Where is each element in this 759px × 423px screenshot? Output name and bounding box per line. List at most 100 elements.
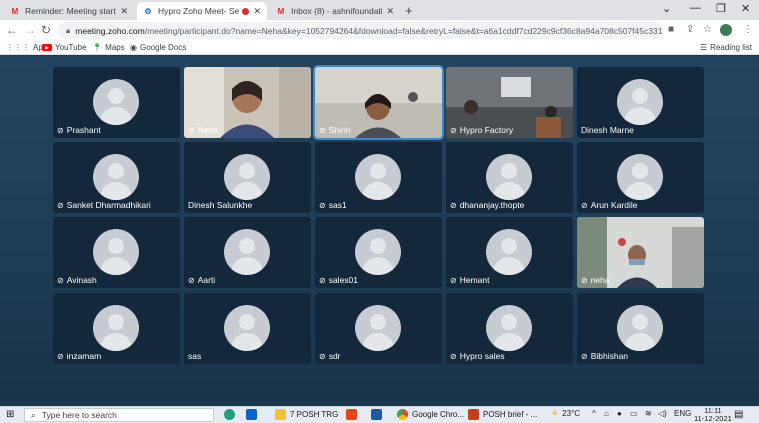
search-placeholder: Type here to search [41, 410, 117, 420]
menu-icon[interactable]: ⋮ [743, 24, 753, 35]
new-tab-button[interactable]: + [405, 3, 413, 18]
participant-tile[interactable]: ⊘ Prashant [53, 67, 180, 138]
participant-tile[interactable]: Dinesh Marne [577, 67, 704, 138]
weather-widget[interactable]: ☀ 23°C [551, 409, 580, 418]
minimize-icon[interactable]: — [690, 2, 701, 14]
address-bar[interactable]: 🔒︎ meeting.zoho.com/meeting/participant.… [58, 22, 663, 39]
participant-tile[interactable]: ⊘ Aarti [184, 217, 311, 288]
avatar [224, 229, 270, 275]
participant-name: neha [590, 275, 610, 285]
volume-icon[interactable]: ◁) [658, 409, 667, 418]
participant-nameplate: ⊘ Prashant [57, 125, 101, 135]
mic-off-icon: ⊘ [188, 125, 195, 135]
participant-nameplate: sas [188, 351, 201, 361]
mic-off-icon: ⊘ [188, 275, 195, 285]
avatar [93, 305, 139, 351]
battery-icon[interactable]: ▭ [630, 409, 638, 418]
share-icon[interactable]: ⇪ [686, 24, 694, 35]
gmail-icon: M [11, 6, 19, 16]
close-icon[interactable]: ✕ [386, 6, 394, 17]
forward-icon[interactable]: → [24, 23, 36, 37]
mic-off-icon: ⊘ [57, 351, 64, 361]
avatar [355, 305, 401, 351]
language-indicator[interactable]: ENG [674, 409, 691, 418]
taskbar-app-powerpoint[interactable]: POSH brief - ... [468, 409, 537, 420]
mic-off-icon: ⊘ [57, 125, 64, 135]
tab-zoho-meet[interactable]: ⚙ Hypro Zoho Meet- Session : ✕ [137, 2, 267, 20]
participant-nameplate: ⊘ Sanket Dharmadhikari [57, 200, 151, 210]
store-icon[interactable] [371, 409, 386, 420]
participant-nameplate: ⊘ Arun Kardile [581, 200, 637, 210]
mic-off-icon: ⊘ [450, 200, 457, 210]
maximize-icon[interactable]: ❐ [716, 2, 726, 15]
participant-tile[interactable]: ⊘ inzamam [53, 293, 180, 364]
participant-tile[interactable]: ⊘ neha [577, 217, 704, 288]
notification-icon[interactable]: ▤ [734, 409, 743, 420]
participant-nameplate: ⊘ inzamam [57, 351, 101, 361]
mic-off-icon: ⊘ [57, 275, 64, 285]
tab-label: Inbox (8) - ashnifoundation@gm [291, 6, 383, 16]
participant-tile[interactable]: ⊘ Avinash [53, 217, 180, 288]
youtube-icon: ▶ [42, 44, 52, 51]
participant-nameplate: ⊘ neha [581, 275, 610, 285]
participant-name: sas [188, 351, 202, 361]
taskbar-app-label: Google Chro... [412, 410, 465, 419]
globe-icon: ◉ [130, 43, 137, 52]
participant-tile[interactable]: ⊘ sdr [315, 293, 442, 364]
participant-name: Hypro Factory [459, 125, 514, 135]
participant-nameplate: Dinesh Salunkhe [188, 200, 252, 210]
apps-grid-icon: ⋮⋮⋮ [6, 43, 30, 52]
participant-tile[interactable]: ⊘ sas1 [315, 142, 442, 213]
reading-list-button[interactable]: ☰ Reading list [700, 43, 752, 52]
tab-search-icon[interactable]: ⌄ [662, 2, 671, 15]
taskbar-app-posh-trg[interactable]: 7 POSH TRG [275, 409, 338, 420]
participant-tile[interactable]: ⊘ Sanket Dharmadhikari [53, 142, 180, 213]
microphone-icon[interactable]: ● [617, 409, 622, 418]
participant-tile[interactable]: ⊘ dhananjay.thopte [446, 142, 573, 213]
taskbar-clock[interactable]: 11:11 11-12-2021 [694, 407, 732, 423]
windows-start-icon[interactable]: ⊞ [6, 409, 14, 420]
back-icon[interactable]: ← [6, 23, 18, 37]
participant-tile[interactable]: ⊘ Neha [184, 67, 311, 138]
taskbar-app-chrome[interactable]: Google Chro... [397, 409, 464, 420]
close-window-icon[interactable]: ✕ [741, 2, 750, 15]
participant-name: Dinesh Salunkhe [188, 200, 253, 210]
tab-reminder[interactable]: M Reminder: Meeting starts in 15mi ✕ [4, 2, 134, 20]
bookmarks-bar: ⋮⋮⋮ Apps ▶ YouTube 📍︎ Maps ◉ Google Docs… [0, 41, 759, 55]
participant-name: sas1 [328, 200, 347, 210]
chevron-up-icon[interactable]: ^ [592, 409, 596, 418]
participant-nameplate: ⊘ Avinash [57, 275, 97, 285]
participant-nameplate: Dinesh Marne [581, 125, 634, 135]
profile-avatar[interactable] [720, 24, 732, 36]
maps-pin-icon: 📍︎ [92, 43, 103, 52]
bookmark-google-docs[interactable]: ◉ Google Docs [130, 43, 186, 52]
close-icon[interactable]: ✕ [120, 6, 128, 17]
participant-tile[interactable]: ⊘ Arun Kardile [577, 142, 704, 213]
taskbar-app-label: 7 POSH TRG [290, 410, 339, 419]
bookmark-maps[interactable]: 📍︎ Maps [92, 43, 125, 52]
participant-tile[interactable]: ⊘ Bibhishan [577, 293, 704, 364]
participant-nameplate: ⊘ Aarti [188, 275, 215, 285]
participant-tile[interactable]: sas [184, 293, 311, 364]
office-icon[interactable] [346, 409, 361, 420]
participant-tile[interactable]: ⊘ Hypro sales [446, 293, 573, 364]
participant-tile[interactable]: ⊘ Hypro Factory [446, 67, 573, 138]
participant-tile[interactable]: ⊘ Shirin [313, 65, 444, 140]
edge-icon[interactable] [224, 409, 239, 420]
close-icon[interactable]: ✕ [253, 6, 261, 17]
recording-icon [242, 7, 250, 15]
participant-tile[interactable]: Dinesh Salunkhe [184, 142, 311, 213]
participant-tile[interactable]: ⊘ Hemant [446, 217, 573, 288]
bookmark-youtube[interactable]: ▶ YouTube [42, 43, 86, 52]
mail-icon[interactable] [246, 409, 261, 420]
tab-inbox[interactable]: M Inbox (8) - ashnifoundation@gm ✕ [270, 2, 400, 20]
participant-tile[interactable]: ⊘ sales01 [315, 217, 442, 288]
star-icon[interactable]: ☆ [703, 24, 712, 35]
reload-icon[interactable]: ↻ [41, 23, 51, 37]
taskbar-search-input[interactable]: ⌕ Type here to search [24, 408, 214, 422]
mic-off-icon: ⊘ [319, 125, 326, 135]
chrome-icon [397, 409, 408, 420]
network-icon[interactable]: ⌂ [604, 409, 609, 418]
wifi-icon[interactable]: ≋ [645, 409, 652, 418]
camera-icon[interactable]: ■ [668, 24, 674, 35]
